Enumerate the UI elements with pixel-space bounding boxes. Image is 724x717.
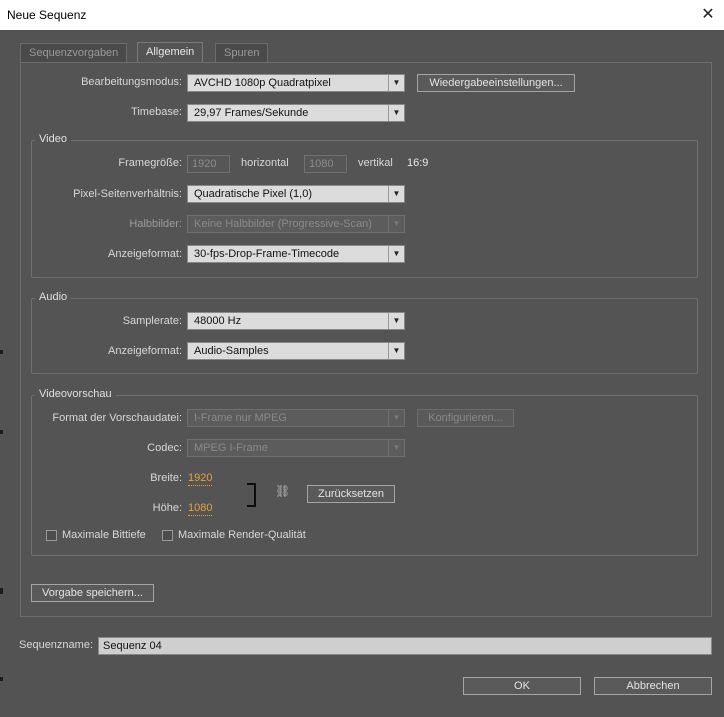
- configure-button: Konfigurieren...: [417, 409, 514, 427]
- frame-size-label: Framegröße:: [118, 157, 182, 169]
- chevron-down-icon: ▼: [388, 440, 404, 456]
- new-sequence-dialog: Neue Sequenz ✕ Sequenzvorgaben Allgemein…: [0, 0, 724, 717]
- audio-display-format-value: Audio-Samples: [194, 345, 269, 357]
- fields-value: Keine Halbbilder (Progressive-Scan): [194, 218, 372, 230]
- preview-format-label: Format der Vorschaudatei:: [52, 412, 182, 424]
- codec-label: Codec:: [147, 442, 182, 454]
- frame-width-field: 1920: [187, 155, 230, 173]
- chevron-down-icon: ▼: [388, 186, 404, 202]
- max-render-quality-label: Maximale Render-Qualität: [178, 529, 306, 541]
- fields-dropdown: Keine Halbbilder (Progressive-Scan) ▼: [187, 215, 405, 233]
- timebase-label: Timebase:: [131, 106, 182, 118]
- aspect-ratio-value: 16:9: [407, 157, 429, 169]
- video-display-format-dropdown[interactable]: 30-fps-Drop-Frame-Timecode ▼: [187, 245, 405, 263]
- codec-value: MPEG I-Frame: [194, 442, 268, 454]
- timebase-value: 29,97 Frames/Sekunde: [194, 107, 309, 119]
- tab-general[interactable]: Allgemein: [137, 42, 204, 63]
- pixel-aspect-label: Pixel-Seitenverhältnis:: [73, 188, 182, 200]
- sample-rate-label: Samplerate:: [122, 315, 182, 327]
- preview-format-value: I-Frame nur MPEG: [194, 412, 287, 424]
- video-group-title: Video: [35, 133, 71, 145]
- title-bar: Neue Sequenz ✕: [0, 0, 724, 30]
- vertical-label: vertikal: [358, 157, 393, 169]
- codec-dropdown: MPEG I-Frame ▼: [187, 439, 405, 457]
- preview-height-value[interactable]: 1080: [188, 502, 213, 516]
- video-preview-group-title: Videovorschau: [35, 388, 116, 400]
- chevron-down-icon: ▼: [388, 343, 404, 359]
- audio-display-format-label: Anzeigeformat:: [108, 345, 182, 357]
- max-render-quality-checkbox[interactable]: [162, 530, 173, 541]
- dialog-title: Neue Sequenz: [7, 8, 87, 22]
- save-preset-button[interactable]: Vorgabe speichern...: [31, 584, 154, 602]
- max-bit-depth-checkbox[interactable]: [46, 530, 57, 541]
- fields-label: Halbbilder:: [129, 218, 182, 230]
- ok-button[interactable]: OK: [463, 677, 581, 695]
- link-bracket: [247, 483, 256, 507]
- preview-height-label: Höhe:: [152, 502, 182, 514]
- audio-group-title: Audio: [35, 291, 72, 303]
- preview-format-dropdown: I-Frame nur MPEG ▼: [187, 409, 405, 427]
- link-chain-icon[interactable]: ⛓: [275, 484, 290, 498]
- chevron-down-icon: ▼: [388, 313, 404, 329]
- sequence-name-label: Sequenzname:: [19, 639, 93, 651]
- frame-height-field: 1080: [304, 155, 347, 173]
- reset-button[interactable]: Zurücksetzen: [307, 485, 395, 503]
- editing-mode-dropdown[interactable]: AVCHD 1080p Quadratpixel ▼: [187, 74, 405, 92]
- horizontal-label: horizontal: [241, 157, 289, 169]
- background-edge: [0, 677, 3, 681]
- cancel-button[interactable]: Abbrechen: [594, 677, 712, 695]
- sequence-name-input[interactable]: Sequenz 04: [98, 637, 712, 655]
- pixel-aspect-dropdown[interactable]: Quadratische Pixel (1,0) ▼: [187, 185, 405, 203]
- background-edge: [0, 350, 3, 354]
- preview-width-label: Breite:: [150, 472, 182, 484]
- background-edge: [0, 430, 3, 434]
- audio-display-format-dropdown[interactable]: Audio-Samples ▼: [187, 342, 405, 360]
- tab-sequence-presets[interactable]: Sequenzvorgaben: [20, 43, 128, 62]
- sample-rate-dropdown[interactable]: 48000 Hz ▼: [187, 312, 405, 330]
- chevron-down-icon: ▼: [388, 216, 404, 232]
- background-edge: [0, 588, 3, 594]
- sample-rate-value: 48000 Hz: [194, 315, 242, 327]
- video-display-format-label: Anzeigeformat:: [108, 248, 182, 260]
- playback-settings-button[interactable]: Wiedergabeeinstellungen...: [417, 74, 575, 92]
- timebase-dropdown[interactable]: 29,97 Frames/Sekunde ▼: [187, 104, 405, 122]
- preview-width-value[interactable]: 1920: [188, 472, 213, 486]
- audio-group: [31, 298, 698, 374]
- editing-mode-value: AVCHD 1080p Quadratpixel: [194, 77, 331, 89]
- close-icon[interactable]: ✕: [698, 4, 718, 24]
- chevron-down-icon: ▼: [388, 410, 404, 426]
- chevron-down-icon: ▼: [388, 75, 404, 91]
- max-bit-depth-label: Maximale Bittiefe: [62, 529, 146, 541]
- pixel-aspect-value: Quadratische Pixel (1,0): [194, 188, 312, 200]
- chevron-down-icon: ▼: [388, 105, 404, 121]
- video-display-format-value: 30-fps-Drop-Frame-Timecode: [194, 248, 340, 260]
- tab-tracks[interactable]: Spuren: [215, 43, 269, 62]
- editing-mode-label: Bearbeitungsmodus:: [81, 76, 182, 88]
- chevron-down-icon: ▼: [388, 246, 404, 262]
